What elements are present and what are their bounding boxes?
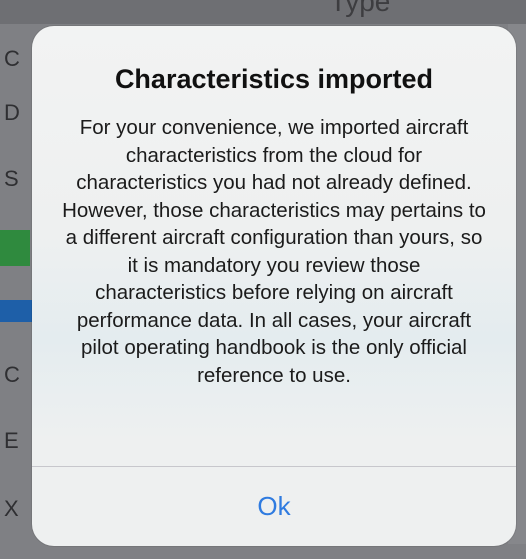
alert-title: Characteristics imported [114,64,434,94]
background-top-label: Type [329,0,391,17]
background-row-letter: S [4,166,19,191]
background-green-badge [0,230,30,266]
background-header [0,0,526,24]
alert-dialog: Characteristics imported For your conven… [32,26,516,546]
background-row-letter: C [4,46,20,71]
ok-button[interactable]: Ok [32,467,516,546]
background-row-letter: D [4,100,20,125]
background-row-letter: C [4,362,20,387]
alert-message: For your convenience, we imported aircra… [62,116,486,387]
background-row-letter: E [4,428,19,453]
background-row-letter: X [4,496,19,521]
